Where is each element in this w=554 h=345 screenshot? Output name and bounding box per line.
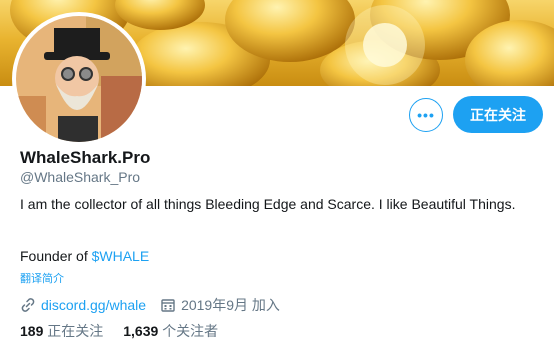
avatar-image: [16, 16, 142, 142]
following-stat[interactable]: 189 正在关注: [20, 323, 103, 339]
display-name: WhaleShark.Pro: [20, 148, 151, 167]
link-icon: [20, 297, 36, 313]
following-button[interactable]: 正在关注: [453, 96, 543, 133]
website-link[interactable]: discord.gg/whale: [41, 297, 146, 313]
calendar-icon: [160, 297, 176, 313]
followers-label: 个关注者: [162, 323, 219, 339]
follow-stats: 189 正在关注 1,639 个关注者: [20, 321, 218, 341]
more-options-button[interactable]: •••: [409, 98, 443, 132]
following-label: 正在关注: [47, 323, 104, 339]
following-count: 189: [20, 323, 44, 339]
bio-text: I am the collector of all things Bleedin…: [20, 196, 516, 212]
more-options-icon: •••: [417, 107, 435, 123]
whale-cashtag-link[interactable]: $WHALE: [92, 248, 150, 264]
user-handle: @WhaleShark_Pro: [20, 169, 141, 185]
profile-meta: discord.gg/whale 2019年9月 加入: [20, 295, 280, 315]
joined-date: 2019年9月 加入: [181, 297, 280, 313]
translate-bio-link[interactable]: 翻译简介: [20, 270, 64, 286]
founder-prefix: Founder of: [20, 248, 92, 264]
bio-founder-line: Founder of $WHALE: [20, 248, 149, 264]
avatar[interactable]: [12, 12, 146, 146]
followers-stat[interactable]: 1,639 个关注者: [123, 323, 218, 339]
followers-count: 1,639: [123, 323, 159, 339]
